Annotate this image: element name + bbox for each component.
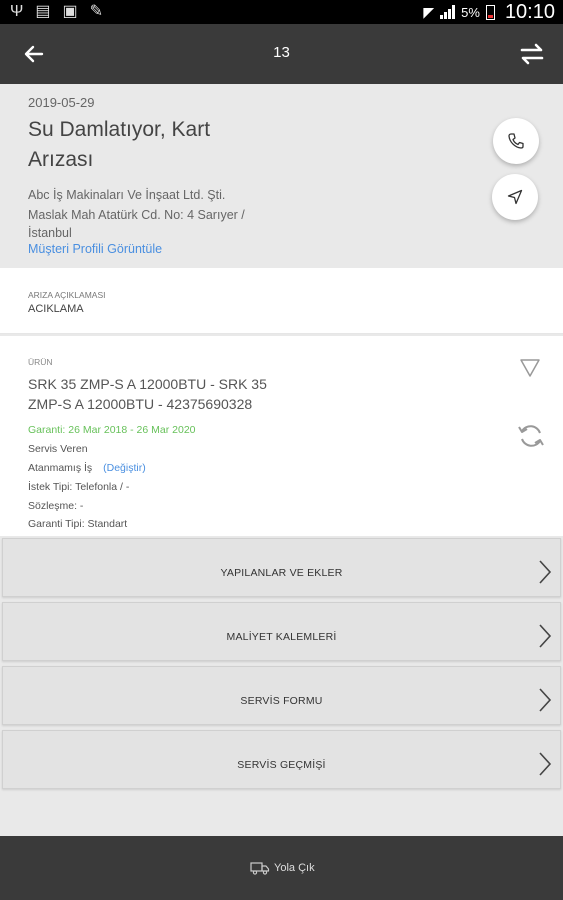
navigate-button[interactable]: [492, 174, 538, 220]
notification-icons: Ψ ▤ ▣ ✎: [10, 3, 103, 21]
usb-icon: Ψ: [10, 3, 24, 20]
job-title: Su Damlatıyor, Kart Arızası: [28, 118, 211, 171]
customer-name: Abc İş Makinaları Ve İnşaat Ltd. Şti.: [28, 188, 226, 202]
chevron-right-icon: [539, 624, 552, 648]
fault-description-section: ARIZA AÇIKLAMASI ACIKLAMA: [0, 268, 563, 334]
product-name: SRK 35 ZMP-S A 12000BTU - SRK 35 ZMP-S A…: [28, 376, 267, 412]
product-section: ÜRÜN SRK 35 ZMP-S A 12000BTU - SRK 35 ZM…: [0, 336, 563, 536]
request-type: İstek Tipi: Telefonla / -: [28, 481, 130, 493]
phone-icon: [508, 133, 524, 149]
filter-icon[interactable]: [519, 358, 541, 378]
wifi-icon: ◤: [423, 3, 435, 20]
battery-percent: 5%: [461, 4, 480, 20]
service-provider: Servis Veren: [28, 443, 88, 455]
refresh-icon[interactable]: [516, 422, 546, 450]
fault-description-label: ARIZA AÇIKLAMASI: [28, 290, 106, 300]
app-bar: 13: [0, 24, 563, 84]
signal-icon: [440, 5, 456, 19]
menu-item-cost-items[interactable]: MALİYET KALEMLERİ: [2, 602, 561, 661]
image-icon: ▣: [62, 3, 78, 20]
battery-icon: [485, 4, 495, 20]
menu-item-label: SERVİS GEÇMİŞİ: [237, 759, 326, 771]
menu-item-label: MALİYET KALEMLERİ: [226, 631, 337, 643]
change-assignment-link[interactable]: (Değiştir): [103, 462, 146, 474]
pencil-icon: ✎: [89, 3, 104, 20]
job-date: 2019-05-29: [28, 95, 95, 110]
navigation-arrow-icon: [507, 189, 523, 205]
start-route-label: Yola Çık: [274, 862, 315, 874]
job-header: 2019-05-29 Su Damlatıyor, Kart Arızası A…: [0, 84, 563, 268]
menu-item-label: SERVİS FORMU: [240, 695, 323, 707]
status-bar: Ψ ▤ ▣ ✎ ◤ 5% 10:10: [0, 0, 563, 24]
chevron-right-icon: [539, 688, 552, 712]
menu-item-service-form[interactable]: SERVİS FORMU: [2, 666, 561, 725]
contract: Sözleşme: -: [28, 500, 84, 512]
status-time: 10:10: [504, 0, 555, 23]
start-route-button[interactable]: Yola Çık: [250, 861, 315, 875]
job-number-title: 13: [273, 44, 290, 61]
customer-address: Maslak Mah Atatürk Cd. No: 4 Sarıyer / İ…: [28, 208, 245, 240]
customer-profile-link[interactable]: Müşteri Profili Görüntüle: [28, 242, 162, 256]
swap-icon[interactable]: [517, 40, 547, 68]
menu-item-label: YAPILANLAR VE EKLER: [220, 567, 343, 579]
chevron-right-icon: [539, 752, 552, 776]
document-icon: ▤: [35, 3, 51, 20]
bottom-action-bar: Yola Çık: [0, 836, 563, 900]
assignment-status: Atanmamış İş: [28, 462, 93, 474]
menu-item-service-history[interactable]: SERVİS GEÇMİŞİ: [2, 730, 561, 789]
fault-description-value: ACIKLAMA: [28, 303, 84, 315]
product-label: ÜRÜN: [28, 357, 53, 367]
chevron-right-icon: [539, 560, 552, 584]
assignment-row: Atanmamış İş (Değiştir): [28, 462, 146, 474]
warranty-type: Garanti Tipi: Standart: [28, 518, 128, 530]
warranty-dates: Garanti: 26 Mar 2018 - 26 Mar 2020: [28, 424, 196, 436]
menu-item-work-and-attachments[interactable]: YAPILANLAR VE EKLER: [2, 538, 561, 597]
call-button[interactable]: [493, 118, 539, 164]
truck-icon: [250, 862, 270, 875]
